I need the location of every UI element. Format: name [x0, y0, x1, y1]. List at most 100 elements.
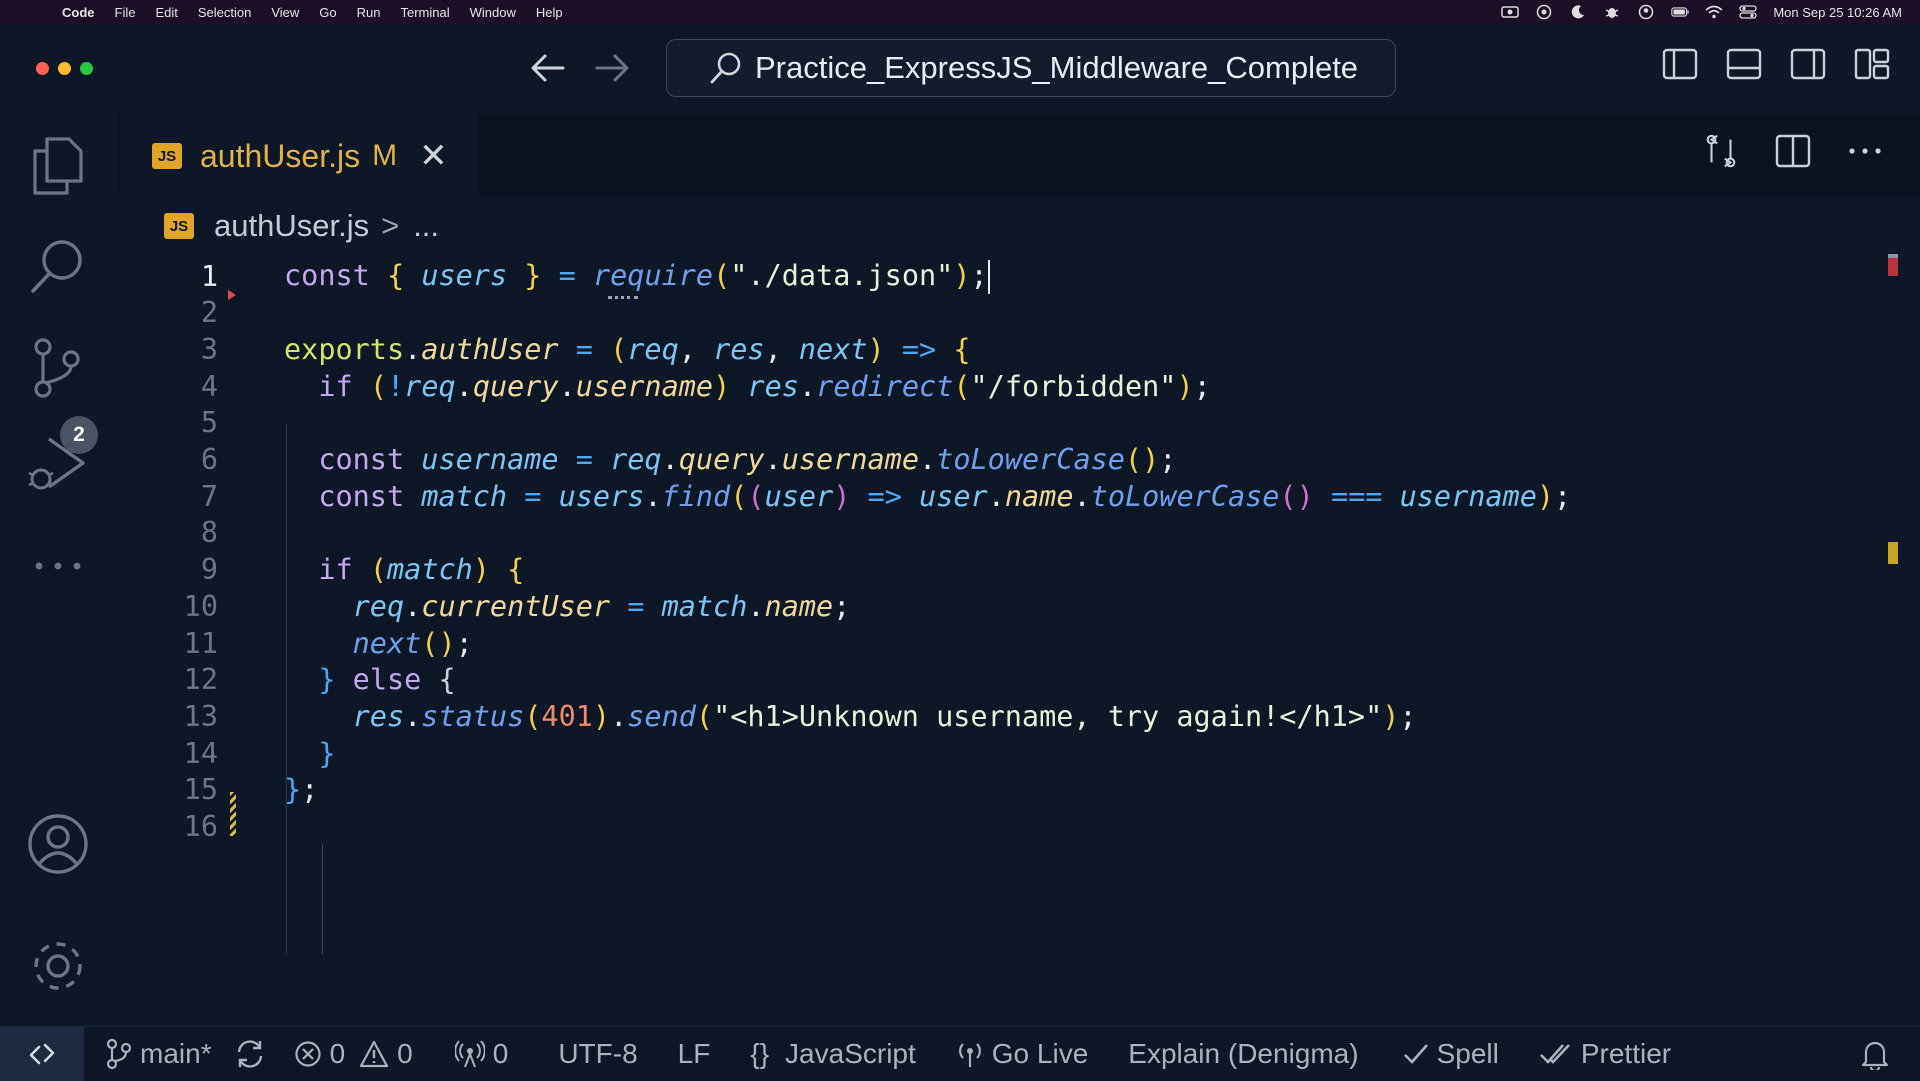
broadcast-icon: [454, 1040, 485, 1068]
source-control-icon[interactable]: [26, 336, 90, 400]
search-icon[interactable]: [26, 234, 90, 298]
menu-run[interactable]: Run: [347, 5, 391, 20]
menu-window[interactable]: Window: [460, 5, 526, 20]
explorer-icon[interactable]: [26, 134, 90, 198]
open-changes-icon[interactable]: [1702, 132, 1740, 170]
code-text: if (!req.query.username) res.redirect("/…: [318, 369, 1211, 403]
line-number: 7: [200, 479, 218, 513]
menubar-clock[interactable]: Mon Sep 25 10:26 AM: [1773, 5, 1902, 20]
bug-icon[interactable]: [1603, 5, 1621, 19]
encoding-selector[interactable]: UTF-8: [558, 1038, 637, 1070]
eol-label: LF: [677, 1038, 711, 1069]
close-tab-icon[interactable]: ✕: [419, 136, 448, 176]
eol-selector[interactable]: LF: [678, 1038, 711, 1070]
editor-tab-bar: JS authUser.js M ✕: [118, 114, 1920, 197]
menu-edit[interactable]: Edit: [145, 5, 187, 20]
sync-icon: [237, 1040, 262, 1068]
code-text: const username = req.query.username.toLo…: [318, 443, 1177, 476]
editor-actions: [1702, 132, 1884, 170]
check-icon: [1403, 1044, 1428, 1064]
ports-indicator[interactable]: 0: [454, 1038, 509, 1070]
code-text: };: [284, 773, 319, 807]
branch-indicator[interactable]: main*: [106, 1038, 212, 1070]
more-views-icon[interactable]: [26, 534, 90, 598]
javascript-file-icon: JS: [152, 143, 182, 169]
customize-layout-icon[interactable]: [1854, 46, 1890, 82]
go-live-button[interactable]: Go Live: [956, 1038, 1088, 1070]
modified-indicator: M: [372, 139, 398, 172]
macos-menubar: Code File Edit Selection View Go Run Ter…: [0, 0, 1920, 24]
prettier-label: Prettier: [1580, 1038, 1672, 1069]
moon-icon[interactable]: [1569, 5, 1587, 19]
more-actions-icon[interactable]: [1846, 132, 1884, 170]
double-check-icon: [1539, 1044, 1570, 1064]
toggle-primary-sidebar-icon[interactable]: [1662, 46, 1698, 82]
warning-icon: [360, 1040, 389, 1068]
code-text: req.currentUser = match.name;: [352, 589, 851, 623]
code-text: } else {: [318, 663, 456, 697]
back-button[interactable]: [528, 48, 568, 88]
code-text: next();: [352, 626, 473, 660]
run-and-debug-icon[interactable]: [26, 432, 90, 496]
error-icon: [294, 1041, 321, 1067]
explain-label: Explain (Denigma): [1128, 1038, 1359, 1069]
accounts-icon[interactable]: [26, 812, 90, 876]
breadcrumb-file[interactable]: authUser.js: [214, 208, 369, 244]
menu-go[interactable]: Go: [309, 5, 346, 20]
code-text: exports.authUser = (req, res, next) => {: [284, 332, 971, 366]
settings-gear-icon[interactable]: [26, 934, 90, 998]
menu-help[interactable]: Help: [526, 5, 573, 20]
toggle-panel-icon[interactable]: [1726, 46, 1762, 82]
command-center-search[interactable]: Practice_ExpressJS_Middleware_Complete: [666, 39, 1396, 97]
screen-record-icon[interactable]: [1501, 5, 1520, 19]
layout-controls: [1662, 46, 1890, 82]
warning-count: 0: [397, 1038, 413, 1069]
branch-name: main*: [140, 1038, 212, 1069]
line-number: 4: [200, 369, 218, 403]
javascript-file-icon: JS: [164, 213, 194, 239]
code-line[interactable]: 16: [118, 805, 1882, 849]
window-controls: [36, 62, 93, 75]
line-number: 15: [183, 773, 218, 807]
language-mode-selector[interactable]: {} JavaScript: [750, 1038, 915, 1070]
menu-selection[interactable]: Selection: [188, 5, 261, 20]
control-center-icon[interactable]: [1739, 5, 1757, 19]
zoom-window-button[interactable]: [80, 62, 93, 75]
toggle-secondary-sidebar-icon[interactable]: [1790, 46, 1826, 82]
battery-icon[interactable]: [1671, 5, 1689, 19]
close-window-button[interactable]: [36, 62, 49, 75]
arrow-right-icon: [595, 54, 629, 82]
code-text: const match = users.find((user) => user.…: [318, 479, 1572, 513]
forward-button[interactable]: [592, 48, 632, 88]
user-circle-icon[interactable]: [1637, 4, 1655, 20]
minimize-window-button[interactable]: [58, 62, 71, 75]
tab-authuser[interactable]: JS authUser.js M ✕: [120, 114, 478, 197]
split-editor-icon[interactable]: [1774, 132, 1812, 170]
breadcrumb: JS authUser.js > ...: [118, 196, 1920, 256]
line-number: 13: [183, 699, 218, 733]
code-editor[interactable]: 1 const { users } = require("./data.json"…: [118, 254, 1882, 1020]
code-text: const { users } = require("./data.json")…: [284, 258, 990, 294]
password-manager-icon[interactable]: [1535, 4, 1553, 20]
menu-file[interactable]: File: [105, 5, 146, 20]
menu-terminal[interactable]: Terminal: [391, 5, 460, 20]
line-number: 14: [183, 736, 218, 770]
line-number: 8: [200, 516, 218, 550]
broadcast-icon: [958, 1043, 981, 1067]
indent-guide-active: [322, 844, 323, 954]
remote-indicator-icon[interactable]: [0, 1027, 84, 1081]
explain-denigma-button[interactable]: Explain (Denigma): [1128, 1038, 1358, 1070]
ports-count: 0: [492, 1038, 509, 1069]
menu-app[interactable]: Code: [52, 5, 105, 20]
problems-indicator[interactable]: 0 0: [294, 1038, 413, 1070]
braces-icon: {}: [750, 1038, 770, 1069]
notifications-bell-icon[interactable]: [1860, 1038, 1890, 1070]
git-branch-icon: [106, 1038, 132, 1070]
sync-button[interactable]: [234, 1038, 266, 1070]
spell-checker-button[interactable]: Spell: [1403, 1038, 1499, 1070]
scrollbar-thumb[interactable]: [1888, 254, 1898, 258]
wifi-icon[interactable]: [1705, 5, 1723, 19]
prettier-button[interactable]: Prettier: [1539, 1038, 1671, 1070]
breadcrumb-symbols[interactable]: ...: [413, 208, 439, 244]
menu-view[interactable]: View: [261, 5, 309, 20]
